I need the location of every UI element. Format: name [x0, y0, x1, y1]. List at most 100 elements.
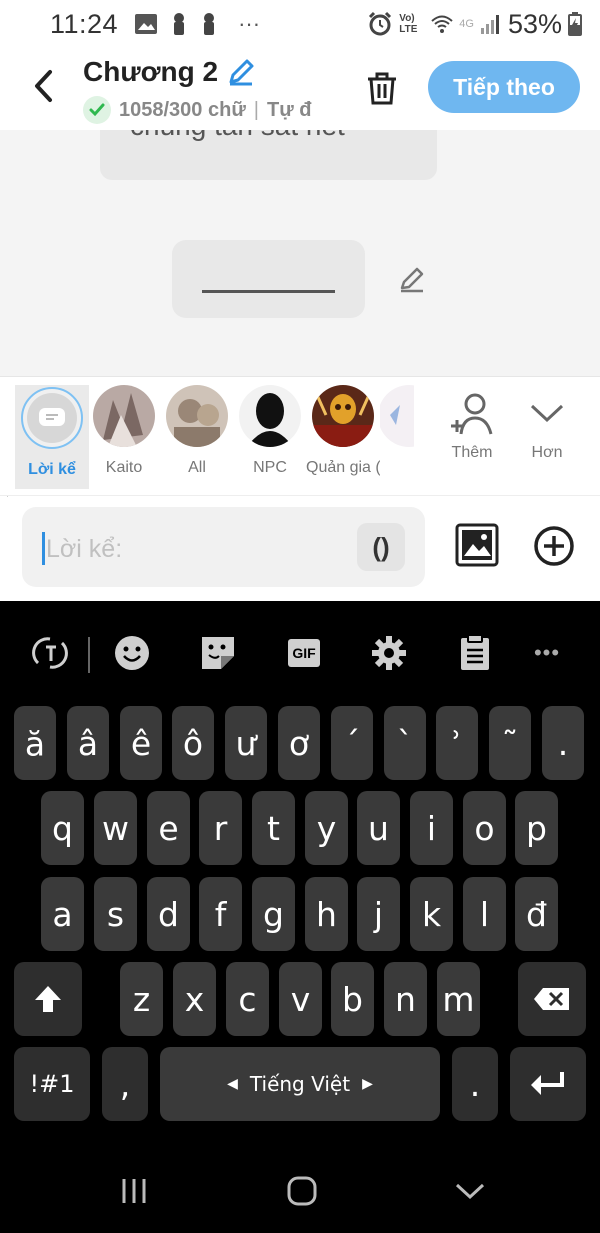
key-row1-1[interactable]: ă [14, 706, 56, 780]
parentheses-button[interactable]: () [357, 523, 405, 571]
key-row1-7[interactable]: ´ [331, 706, 373, 780]
key-row1-10[interactable]: ˜ [489, 706, 531, 780]
key-r[interactable]: r [199, 791, 242, 865]
chevron-left-icon: ◀ [227, 1076, 238, 1092]
character-label: Quản gia (..ily [306, 459, 380, 476]
chevron-right-icon: ▶ [362, 1076, 373, 1092]
add-circle-icon[interactable] [533, 525, 575, 567]
key-row1-9[interactable]: ʾ [436, 706, 478, 780]
key-row1-4[interactable]: ô [172, 706, 214, 780]
chapter-title[interactable]: Chương 2 [83, 56, 256, 88]
alarm-icon [369, 11, 392, 36]
volte-icon: Vo) LTE [399, 13, 418, 35]
key-i[interactable]: i [410, 791, 453, 865]
comma-key[interactable]: , [102, 1047, 148, 1121]
key-row1-5[interactable]: ư [225, 706, 267, 780]
key-row1-2[interactable]: â [67, 706, 109, 780]
avatar [93, 385, 155, 447]
key-dd[interactable]: đ [515, 877, 558, 951]
shift-key[interactable] [14, 962, 82, 1036]
more-options-icon[interactable]: ••• [523, 629, 571, 677]
character-npc[interactable]: NPC [233, 385, 307, 477]
key-x[interactable]: x [173, 962, 216, 1036]
message-input[interactable]: Lời kể: () [22, 507, 425, 587]
add-character-button[interactable]: Thêm [437, 392, 507, 462]
story-chat-area[interactable]: chúng tần sát hết [0, 130, 600, 376]
app-header: Chương 2 1058/300 chữ | Tự đ Tiếp theo [0, 48, 600, 130]
backspace-key[interactable] [518, 962, 586, 1036]
edit-pencil-icon[interactable] [398, 266, 426, 294]
space-label: Tiếng Việt [249, 1072, 351, 1096]
empty-bubble-placeholder-line [202, 290, 335, 293]
key-s[interactable]: s [94, 877, 137, 951]
key-g[interactable]: g [252, 877, 295, 951]
character-partial[interactable] [380, 385, 414, 447]
image-icon[interactable] [455, 523, 499, 567]
pencil-icon[interactable] [226, 57, 256, 87]
enter-key[interactable] [510, 1047, 586, 1121]
enter-icon [531, 1072, 564, 1095]
keyhole-icon-2 [204, 13, 215, 35]
key-p[interactable]: p [515, 791, 558, 865]
key-f[interactable]: f [199, 877, 242, 951]
more-notifications-icon: ··· [238, 11, 261, 36]
key-u[interactable]: u [357, 791, 400, 865]
key-e[interactable]: e [147, 791, 190, 865]
key-o[interactable]: o [463, 791, 506, 865]
key-row1-8[interactable]: ` [384, 706, 426, 780]
character-quan-gia[interactable]: Quản gia (..ily [306, 385, 380, 477]
character-selector: Lời kể Kaito All NPC Quản gia (..ily Thê… [0, 376, 600, 496]
avatar [166, 385, 228, 447]
key-k[interactable]: k [410, 877, 453, 951]
delete-button[interactable] [362, 66, 402, 110]
back-nav-icon[interactable] [450, 1174, 490, 1208]
gif-button[interactable]: GIF [280, 629, 328, 677]
character-kaito[interactable]: Kaito [87, 385, 161, 477]
avatar [312, 385, 374, 447]
key-row1-3[interactable]: ê [120, 706, 162, 780]
avatar [239, 385, 301, 447]
key-q[interactable]: q [41, 791, 84, 865]
check-icon [83, 96, 111, 124]
back-button[interactable] [26, 66, 60, 106]
key-j[interactable]: j [357, 877, 400, 951]
composer: Lời kể: () [0, 497, 600, 601]
narration-bubble[interactable]: chúng tần sát hết [100, 130, 437, 180]
key-y[interactable]: y [305, 791, 348, 865]
empty-bubble[interactable] [172, 240, 365, 318]
key-t[interactable]: t [252, 791, 295, 865]
home-icon[interactable] [282, 1174, 322, 1208]
key-a[interactable]: a [41, 877, 84, 951]
key-v[interactable]: v [279, 962, 322, 1036]
recent-apps-icon[interactable] [114, 1174, 154, 1208]
narrator-avatar [21, 387, 83, 449]
chat-bubble-icon [39, 408, 65, 426]
key-n[interactable]: n [384, 962, 427, 1036]
period-key[interactable]: . [452, 1047, 498, 1121]
next-button[interactable]: Tiếp theo [428, 61, 580, 113]
key-c[interactable]: c [226, 962, 269, 1036]
emoji-icon[interactable] [108, 629, 156, 677]
space-key[interactable]: ◀ Tiếng Việt ▶ [160, 1047, 440, 1121]
sticker-icon[interactable] [194, 629, 242, 677]
key-w[interactable]: w [94, 791, 137, 865]
key-l[interactable]: l [463, 877, 506, 951]
key-h[interactable]: h [305, 877, 348, 951]
key-row1-11[interactable]: . [542, 706, 584, 780]
clipboard-icon[interactable] [451, 629, 499, 677]
symbols-key[interactable]: !#1 [14, 1047, 90, 1121]
key-z[interactable]: z [120, 962, 163, 1036]
key-d[interactable]: d [147, 877, 190, 951]
gif-label: GIF [288, 639, 320, 667]
key-m[interactable]: m [437, 962, 480, 1036]
key-b[interactable]: b [331, 962, 374, 1036]
character-all[interactable]: All [160, 385, 234, 477]
toolbar-separator [88, 637, 90, 673]
add-person-icon [451, 393, 493, 435]
key-row1-6[interactable]: ơ [278, 706, 320, 780]
settings-gear-icon[interactable] [365, 629, 413, 677]
status-time: 11:24 [50, 8, 119, 39]
more-button[interactable]: Hơn [512, 392, 582, 462]
translate-icon[interactable] [26, 629, 74, 677]
character-narrator[interactable]: Lời kể [15, 385, 89, 489]
